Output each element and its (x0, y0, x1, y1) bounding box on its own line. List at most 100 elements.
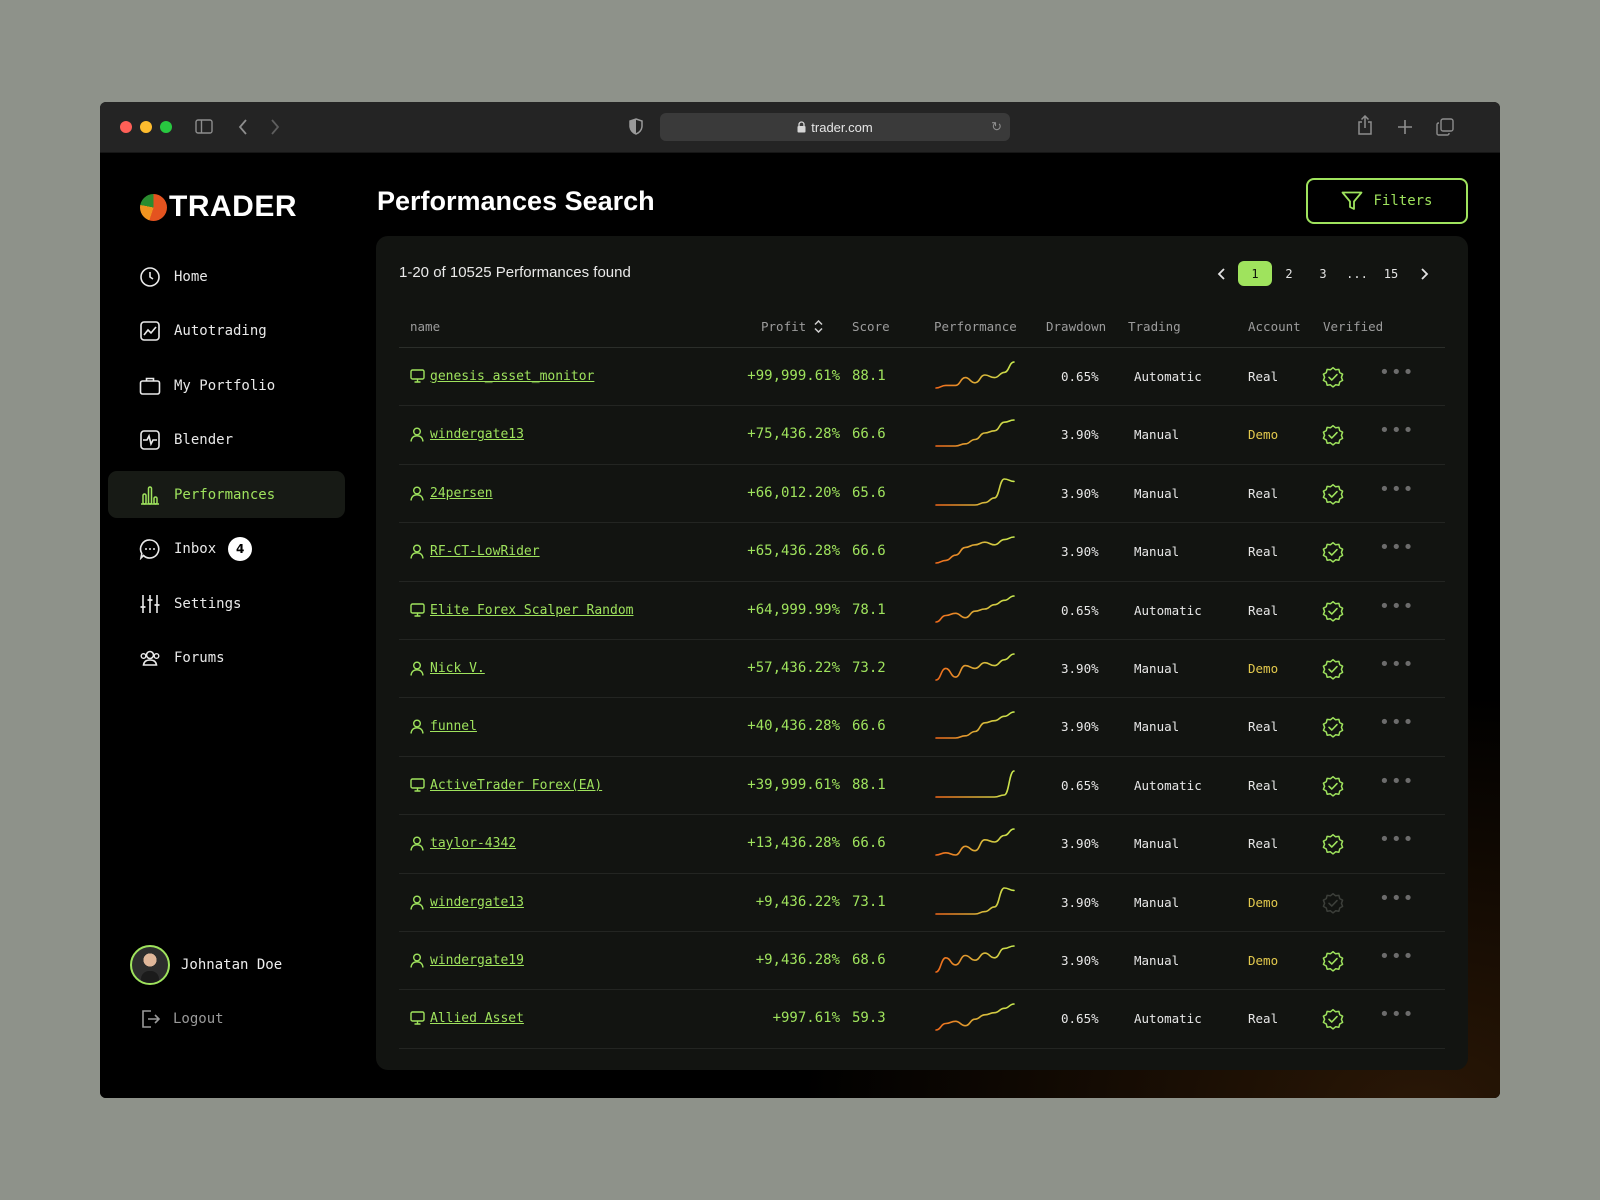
sidebar-item-performances[interactable]: Performances (108, 471, 345, 518)
user-icon (410, 486, 424, 505)
more-dots-icon[interactable]: ••• (1379, 946, 1415, 967)
logout-button[interactable]: Logout (139, 1008, 224, 1030)
sidebar-toggle-icon[interactable] (195, 119, 213, 134)
table-row[interactable]: Elite Forex Scalper Random +64,999.99% 78.… (399, 582, 1445, 640)
sidebar-item-home[interactable]: Home (108, 253, 345, 300)
verified-badge-icon[interactable] (1321, 540, 1345, 568)
user-icon (410, 719, 424, 738)
verified-badge-icon[interactable] (1321, 365, 1345, 393)
verified-badge-icon[interactable] (1321, 599, 1345, 627)
next-page-button[interactable] (1408, 261, 1442, 286)
share-icon[interactable] (1357, 115, 1373, 135)
monitor-icon (410, 602, 425, 621)
more-dots-icon[interactable]: ••• (1379, 537, 1415, 558)
sidebar-item-my-portfolio[interactable]: My Portfolio (108, 362, 345, 409)
filters-button[interactable]: Filters (1306, 178, 1468, 224)
table-row[interactable]: RF-CT-LowRider +65,436.28% 66.6 3.90% Manual… (399, 523, 1445, 582)
table-row[interactable]: windergate13 +75,436.28% 66.6 3.90% Manual De… (399, 406, 1445, 465)
trader-name-link[interactable]: funnel (430, 719, 477, 734)
table-row[interactable]: windergate19 +9,436.28% 68.6 3.90% Manual Dem… (399, 932, 1445, 991)
tabs-overview-icon[interactable] (1436, 118, 1454, 136)
sidebar-item-blender[interactable]: Blender (108, 417, 345, 464)
minimize-window-button[interactable] (140, 121, 152, 133)
trader-name-link[interactable]: Allied Asset (430, 1011, 524, 1026)
prev-page-button[interactable] (1204, 261, 1238, 286)
more-dots-icon[interactable]: ••• (1379, 712, 1415, 733)
app-content: TRADER Home Autotrading My Portfolio Ble… (100, 153, 1500, 1098)
trader-name-link[interactable]: taylor-4342 (430, 836, 516, 851)
column-header-trading[interactable]: Trading (1128, 319, 1181, 334)
page-3-button[interactable]: 3 (1306, 261, 1340, 286)
more-dots-icon[interactable]: ••• (1379, 829, 1415, 850)
logout-label: Logout (173, 1011, 224, 1027)
more-dots-icon[interactable]: ••• (1379, 654, 1415, 675)
sidebar-item-forums[interactable]: Forums (108, 635, 345, 682)
forward-icon[interactable] (270, 119, 280, 135)
new-tab-icon[interactable] (1397, 119, 1413, 135)
table-row[interactable]: taylor-4342 +13,436.28% 66.6 3.90% Manual Rea… (399, 815, 1445, 874)
column-header-profit[interactable]: Profit (761, 319, 823, 334)
close-window-button[interactable] (120, 121, 132, 133)
column-header-name[interactable]: name (410, 319, 440, 334)
results-summary: 1-20 of 10525 Performances found (399, 264, 631, 281)
trader-name-link[interactable]: Elite Forex Scalper Random (430, 603, 634, 618)
verified-badge-icon[interactable] (1321, 774, 1345, 802)
page-1-button[interactable]: 1 (1238, 261, 1272, 286)
verified-badge-icon[interactable] (1321, 715, 1345, 743)
verified-badge-icon[interactable] (1321, 657, 1345, 685)
table-row[interactable]: ActiveTrader Forex(EA) +39,999.61% 88.1 0.6… (399, 757, 1445, 816)
table-row[interactable]: windergate13 +9,436.22% 73.1 3.90% Manual Dem… (399, 874, 1445, 932)
trader-name-link[interactable]: ActiveTrader Forex(EA) (430, 778, 602, 793)
back-icon[interactable] (238, 119, 248, 135)
shield-icon[interactable] (629, 118, 643, 135)
table-row[interactable]: funnel +40,436.28% 66.6 3.90% Manual Real ••• (399, 698, 1445, 757)
user-profile[interactable]: Johnatan Doe (130, 945, 282, 985)
verified-badge-icon[interactable] (1321, 1007, 1345, 1035)
maximize-window-button[interactable] (160, 121, 172, 133)
page-2-button[interactable]: 2 (1272, 261, 1306, 286)
trader-name-link[interactable]: Nick V. (430, 661, 485, 676)
verified-badge-icon[interactable] (1321, 949, 1345, 977)
more-dots-icon[interactable]: ••• (1379, 479, 1415, 500)
sidebar-item-settings[interactable]: Settings (108, 580, 345, 627)
more-dots-icon[interactable]: ••• (1379, 771, 1415, 792)
users-icon (140, 650, 160, 666)
column-header-drawdown[interactable]: Drawdown (1046, 319, 1106, 334)
more-dots-icon[interactable]: ••• (1379, 888, 1415, 909)
more-dots-icon[interactable]: ••• (1379, 420, 1415, 441)
verified-badge-icon[interactable] (1321, 423, 1345, 451)
page-15-button[interactable]: 15 (1374, 261, 1408, 286)
trader-name-link[interactable]: RF-CT-LowRider (430, 544, 540, 559)
drawdown-value: 0.65% (1061, 1011, 1099, 1027)
score-value: 66.6 (852, 718, 886, 735)
sidebar-item-inbox[interactable]: Inbox 4 (108, 526, 345, 573)
column-header-account[interactable]: Account (1248, 319, 1301, 334)
trader-name-link[interactable]: windergate19 (430, 953, 524, 968)
table-row[interactable]: genesis_asset_monitor +99,999.61% 88.1 0.65… (399, 348, 1445, 407)
table-row[interactable]: Nick V. +57,436.22% 73.2 3.90% Manual Demo ••• (399, 640, 1445, 699)
trader-name-link[interactable]: windergate13 (430, 895, 524, 910)
avatar[interactable] (130, 945, 170, 985)
chevron-right-icon (1421, 267, 1429, 280)
chat-bubble-icon (139, 539, 160, 560)
column-header-score[interactable]: Score (852, 319, 890, 334)
table-row[interactable]: 24persen +66,012.20% 65.6 3.90% Manual Real ••… (399, 465, 1445, 524)
more-dots-icon[interactable]: ••• (1379, 596, 1415, 617)
address-bar[interactable]: trader.com ↻ (660, 113, 1010, 141)
sidebar-item-autotrading[interactable]: Autotrading (108, 308, 345, 355)
column-header-performance[interactable]: Performance (934, 319, 1017, 334)
trader-name-link[interactable]: genesis_asset_monitor (430, 369, 594, 384)
more-dots-icon[interactable]: ••• (1379, 1004, 1415, 1025)
more-dots-icon[interactable]: ••• (1379, 362, 1415, 383)
verified-badge-icon[interactable] (1321, 891, 1345, 919)
trader-name-link[interactable]: 24persen (430, 486, 493, 501)
table-row[interactable]: Allied Asset +997.61% 59.3 0.65% Automatic Re… (399, 990, 1445, 1049)
trader-name-link[interactable]: windergate13 (430, 427, 524, 442)
brand-logo[interactable]: TRADER (140, 190, 297, 224)
verified-badge-icon[interactable] (1321, 832, 1345, 860)
reload-icon[interactable]: ↻ (991, 119, 1002, 135)
column-header-verified[interactable]: Verified (1323, 319, 1383, 334)
verified-badge-icon[interactable] (1321, 482, 1345, 510)
drawdown-value: 0.65% (1061, 369, 1099, 384)
performance-sparkline (934, 827, 1016, 861)
